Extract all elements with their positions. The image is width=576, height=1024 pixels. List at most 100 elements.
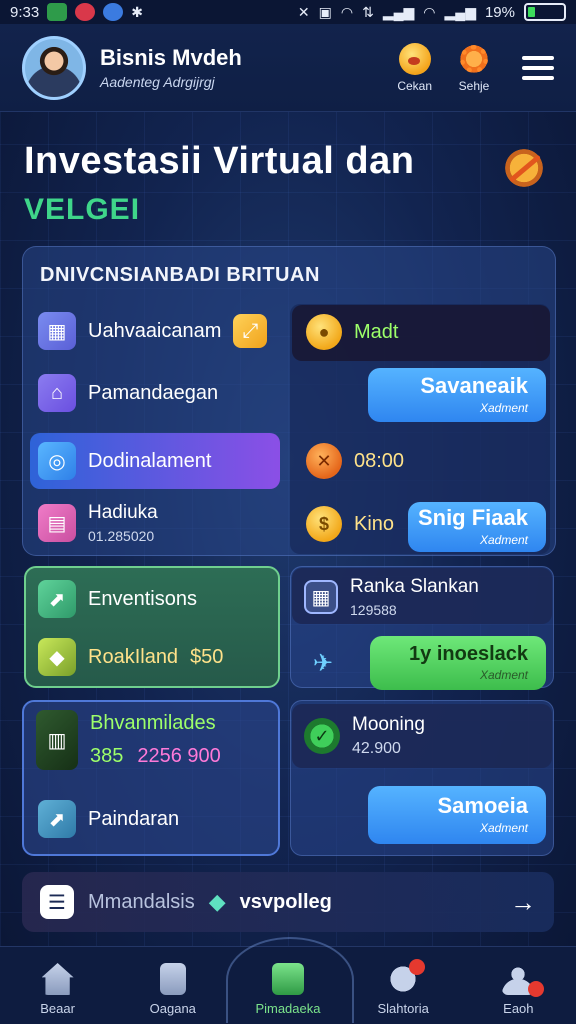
app-notification-icon <box>47 3 68 21</box>
app-header: Bisnis Mvdeh Aadenteg Adrgijrgj Cekan Se… <box>0 24 576 112</box>
list-item[interactable]: ⌂ Pamandaegan <box>38 374 218 412</box>
app-notification-icon <box>103 3 124 21</box>
save-button[interactable]: Samoeia Xadment <box>368 786 546 844</box>
nav-item-profile[interactable]: Eaoh <box>468 963 568 1016</box>
card-row[interactable]: ◆ RoakIland $50 <box>38 638 223 676</box>
settings-icon: ✱ <box>131 3 143 20</box>
calculator-icon: ▦ <box>304 580 338 614</box>
analysis-card[interactable]: ☰ Mmandalsis ◆ vsvpolleg → <box>22 872 554 932</box>
list-item-label: Dodinalament <box>88 449 212 472</box>
card-title: Mooning <box>352 714 425 735</box>
signal-icon: ▂▄▆ <box>444 3 476 20</box>
panel-heading: DNIVCNSIANBADI BRITUAN <box>40 264 320 286</box>
settings-button-label: Sehje <box>458 78 490 93</box>
list-item[interactable]: ▦ Uahvaaicanam ⤢ <box>38 312 268 350</box>
status-time: 9:33 <box>10 3 40 21</box>
bank-icon: ⌂ <box>38 374 76 412</box>
list-item[interactable]: ⬈ Paindaran <box>38 800 179 838</box>
document-icon <box>159 963 186 995</box>
list-item-label: Hadiuka <box>88 502 158 523</box>
hamburger-menu-icon[interactable] <box>522 55 554 80</box>
notification-badge <box>409 959 426 975</box>
leaf-icon: ◆ <box>38 638 76 676</box>
app-notification-icon <box>75 3 96 21</box>
nav-item-history[interactable]: Slahtoria <box>353 959 453 1016</box>
profile-info: Bisnis Mvdeh Aadenteg Adrgijrgj <box>100 45 242 90</box>
card-subtitle: 129588 <box>350 602 397 618</box>
search-icon: ◎ <box>38 442 76 480</box>
button-sublabel: Xadment <box>479 821 528 835</box>
button-sublabel: Xadment <box>479 533 528 547</box>
coin-button[interactable]: Cekan <box>397 42 432 93</box>
card-header: ⬈ Enventisons <box>38 580 197 618</box>
page-subtitle: VELGEI <box>24 193 141 226</box>
money-stack-icon <box>271 963 304 995</box>
list-item-label: Paindaran <box>88 807 180 830</box>
plane-icon: ✈ <box>312 649 334 677</box>
profile-subtitle: Aadenteg Adrgijrgj <box>100 74 215 90</box>
list-item[interactable]: ✕ 08:00 <box>306 443 404 479</box>
coin-icon: $ <box>306 506 342 542</box>
signal-icon: ▂▄▆ <box>382 3 415 20</box>
card-tag: vsvpolleg <box>239 890 332 913</box>
document-icon: ☰ <box>40 885 74 919</box>
diamond-icon: ◆ <box>208 889 226 914</box>
data-icon: ⇅ <box>362 3 374 20</box>
growth-arrow-icon: ⬈ <box>38 580 76 618</box>
card-header: ▥ Bhvanmilades 385 2256 900 <box>36 710 221 770</box>
card-subtitle: 42.900 <box>352 740 401 757</box>
amount-value: 08:00 <box>354 449 405 472</box>
home-icon <box>41 963 74 995</box>
vibrate-icon: ▣ <box>318 3 332 20</box>
card-row-value: $50 <box>190 645 224 668</box>
nav-item-orders[interactable]: Oagana <box>123 963 223 1016</box>
nav-label: Pimadaeka <box>255 1001 321 1016</box>
building-icon: ▥ <box>36 710 78 770</box>
nav-item-home[interactable]: Beaar <box>8 963 108 1016</box>
primary-action-button[interactable]: Savaneaik Xadment <box>368 368 546 422</box>
amount-value: Kino <box>354 512 395 535</box>
settings-button[interactable]: Sehje <box>458 42 490 93</box>
card-title: Mmandalsis <box>88 890 195 913</box>
wallet-icon: ▤ <box>38 504 76 542</box>
card-title: Enventisons <box>88 587 197 610</box>
growth-icon: ⤢ <box>233 314 268 348</box>
wifi-icon: ◠ <box>340 3 354 20</box>
list-item[interactable]: $ Kino <box>306 506 394 542</box>
button-label: Snig Fiaak <box>417 505 528 530</box>
nav-item-investments[interactable]: Pimadaeka <box>225 937 354 1023</box>
battery-percent: 19% <box>484 3 515 21</box>
battery-icon <box>524 3 566 21</box>
profile-icon <box>502 963 545 997</box>
coin-icon: ● <box>306 314 342 350</box>
list-item[interactable]: ▤ Hadiuka 01.285020 <box>38 502 158 544</box>
track-button[interactable]: 1y inoeslack Xadment <box>370 636 546 690</box>
mute-icon: ✕ <box>297 3 310 20</box>
button-sublabel: Xadment <box>479 401 528 415</box>
card-title: Bhvanmilades <box>90 712 216 734</box>
coin-icon <box>398 42 431 75</box>
avatar[interactable] <box>22 35 86 100</box>
status-bar: 9:33 ✱ ✕ ▣ ◠ ⇅ ▂▄▆ ◠ ▂▄▆ 19% <box>0 0 576 24</box>
page-title: Investasii Virtual dan <box>24 140 415 182</box>
wifi-icon: ◠ <box>423 3 436 20</box>
card-header: ▦ Ranka Slankan 129588 <box>304 576 479 618</box>
list-item-selected[interactable]: ◎ Dodinalament <box>30 433 280 489</box>
bottom-navigation: Beaar Oagana Pimadaeka Slahtoria Eaoh <box>0 937 576 1024</box>
arrow-right-icon[interactable]: → <box>510 887 536 918</box>
list-item-label: Uahvaaicanam <box>88 319 222 342</box>
list-item-label: Madt <box>354 320 399 343</box>
button-label: Samoeia <box>437 793 529 818</box>
secondary-action-button[interactable]: Snig Fiaak Xadment <box>408 502 546 552</box>
target-badge-icon[interactable] <box>502 146 546 190</box>
card-title: Ranka Slankan <box>350 576 479 597</box>
profile-name: Bisnis Mvdeh <box>100 45 242 70</box>
nav-label: Eaoh <box>503 1001 534 1016</box>
list-item[interactable]: ● Madt <box>306 314 398 350</box>
list-item-label: Pamandaegan <box>88 381 219 404</box>
close-coin-icon: ✕ <box>306 443 342 479</box>
chart-icon: ▦ <box>38 312 76 350</box>
nav-label: Beaar <box>40 1001 75 1016</box>
card-value: 385 <box>90 745 124 767</box>
card-header: ✓ Mooning 42.900 <box>304 714 425 758</box>
